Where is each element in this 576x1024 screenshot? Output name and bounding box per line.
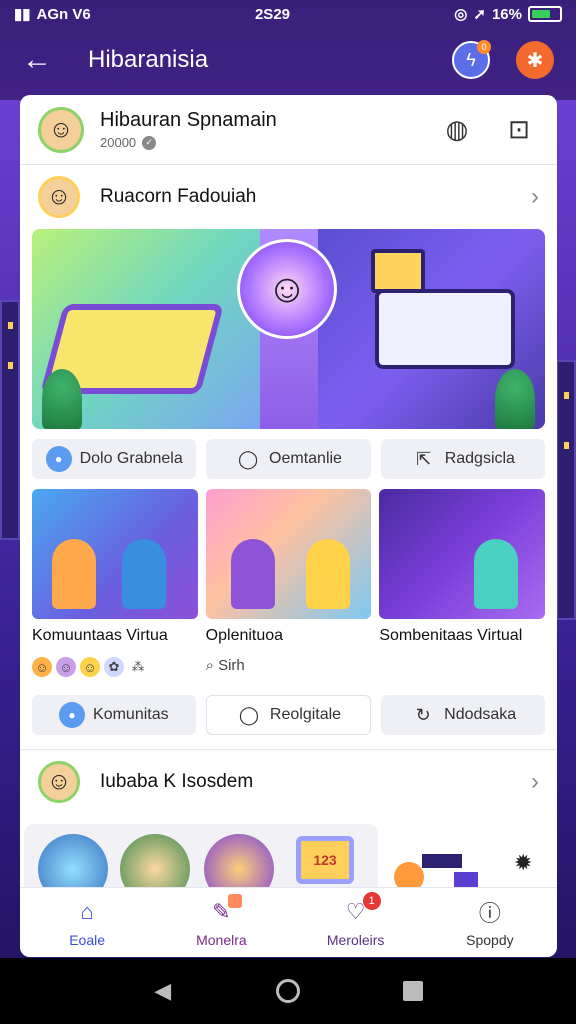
tile-image <box>32 489 198 619</box>
clock: 2S29 <box>254 5 291 23</box>
community-icon: ● <box>45 446 72 472</box>
chip-label: Ndodsaka <box>444 706 517 723</box>
tile-card[interactable]: Komuuntaas Virtua ☺ ☺ ☺ ✿ ⁂ <box>32 489 198 677</box>
system-nav-bar: ◀ <box>0 958 576 1024</box>
edit-icon: ✎ <box>206 893 243 926</box>
chip-community[interactable]: ● Komunitas <box>32 695 196 735</box>
chat-icon: ♡ 1 <box>341 891 381 926</box>
chip-community[interactable]: ● Dolo Grabnela <box>32 439 197 479</box>
desk-illustration <box>375 289 515 369</box>
background-building <box>556 360 576 620</box>
reaction-row: ☺ ☺ ☺ ✿ ⁂ <box>32 657 198 677</box>
nav-item-messages[interactable]: ♡ 1 Meroleirs <box>289 888 423 957</box>
reaction-icon: ☺ <box>32 657 52 677</box>
nav-item-home[interactable]: ⌂ Eoale <box>20 888 154 957</box>
profile-row[interactable]: ☺ Hibauran Spnamain 20000 ✓ ◍ ⊡ <box>20 95 557 165</box>
chip-comment[interactable]: ◯ Reolgitale <box>205 695 372 735</box>
nav-label: Monelra <box>196 931 247 948</box>
nav-label: Eoale <box>69 931 106 948</box>
notification-badge: 0 <box>477 40 491 54</box>
battery-percent: 16% <box>491 5 522 23</box>
nav-item-info[interactable]: ⓘ Spopdy <box>423 888 557 957</box>
app-header: ← Hibaranisia ϟ 0 ✱ <box>0 36 576 84</box>
sport-icon: ✱ <box>526 49 544 72</box>
chip-label: Dolo Grabnela <box>79 450 183 467</box>
tile-title: Sombenitaas Virtual <box>379 627 523 644</box>
main-card: ☺ Hibauran Spnamain 20000 ✓ ◍ ⊡ ☺ Ruacor… <box>20 95 557 957</box>
reaction-icon: ✿ <box>104 657 124 677</box>
tile-card[interactable]: Sombenitaas Virtual <box>379 489 546 677</box>
home-circle-icon[interactable] <box>268 971 308 1011</box>
section-header[interactable]: ☺ Ruacorn Fadouiah › <box>20 165 557 229</box>
chevron-right-icon[interactable]: › <box>531 768 539 796</box>
section-avatar: ☺ <box>38 761 80 803</box>
search-icon: ⌕ <box>205 657 215 674</box>
edit-badge <box>228 893 243 908</box>
settings-icon[interactable]: ✹ <box>514 850 532 876</box>
recents-square-icon[interactable] <box>393 971 433 1011</box>
back-triangle-icon[interactable]: ◀ <box>143 971 183 1011</box>
chip-refresh[interactable]: ↻ Ndodsaka <box>381 695 546 735</box>
section-header[interactable]: ☺ Iubaba K Isosdem › <box>20 750 557 814</box>
palm-tree-illustration <box>42 369 82 429</box>
signal-icon: ▮▮ <box>14 6 31 23</box>
action-chips-secondary: ● Komunitas ◯ Reolgitale ↻ Ndodsaka <box>20 677 557 745</box>
action-chips: ● Dolo Grabnela ◯ Oemtanlie ⇱ Radgsicla <box>20 429 557 489</box>
info-icon: ⓘ <box>478 900 501 926</box>
monitor-illustration <box>371 249 425 293</box>
chip-label: Komunitas <box>93 706 169 723</box>
notification-button[interactable]: ϟ 0 <box>452 40 491 79</box>
community-icon: ● <box>59 702 86 728</box>
tile-card[interactable]: Oplenituoa ⌕ Sirh <box>205 489 372 677</box>
tile-image <box>205 489 372 619</box>
tile-grid: Komuuntaas Virtua ☺ ☺ ☺ ✿ ⁂ Oplenituoa ⌕… <box>20 489 557 677</box>
chip-label: Radgsicla <box>444 450 515 467</box>
carrier-label: AGn V6 <box>36 5 91 23</box>
lightning-icon: ϟ <box>466 49 476 70</box>
screen-icon[interactable]: ⊡ <box>499 110 539 150</box>
reaction-icon: ☺ <box>80 657 100 677</box>
chip-label: Oemtanlie <box>269 450 342 467</box>
profile-button[interactable]: ✱ <box>516 41 554 79</box>
chip-comment[interactable]: ◯ Oemtanlie <box>206 439 371 479</box>
reaction-icon: ☺ <box>56 657 76 677</box>
section-title: Iubaba K Isosdem <box>100 771 254 792</box>
comment-icon: ◯ <box>237 448 259 469</box>
page-title: Hibaranisia <box>88 46 209 73</box>
chip-share[interactable]: ⇱ Radgsicla <box>380 439 545 479</box>
avatar: ☺ <box>38 106 84 153</box>
bottom-nav: ⌂ Eoale ✎ Monelra ♡ 1 Meroleirs ⓘ Spopdy <box>20 887 557 957</box>
section-title: Ruacorn Fadouiah <box>100 186 257 207</box>
share-icon: ⇱ <box>416 448 432 469</box>
back-arrow-icon[interactable]: ← <box>22 45 62 75</box>
plant-illustration <box>495 369 535 429</box>
chip-label: Reolgitale <box>269 706 342 723</box>
tile-meta-text: Sirh <box>218 657 245 674</box>
chevron-right-icon[interactable]: › <box>531 183 539 211</box>
battery-icon <box>527 6 562 22</box>
message-badge: 1 <box>362 891 381 910</box>
nav-label: Meroleirs <box>326 931 385 948</box>
avatar-orb-illustration: ☺ <box>237 239 337 339</box>
tile-image <box>379 489 546 619</box>
nav-item-edit[interactable]: ✎ Monelra <box>154 888 288 957</box>
section-avatar: ☺ <box>38 176 80 218</box>
refresh-icon: ↻ <box>415 704 431 725</box>
location-icon: ◎ <box>454 6 468 23</box>
profile-subtitle: 20000 <box>100 135 137 150</box>
navigation-icon: ➚ <box>473 6 486 23</box>
profile-name: Hibauran Spnamain <box>100 109 277 131</box>
home-icon: ⌂ <box>80 898 94 924</box>
status-bar: ▮▮ AGn V6 2S29 ◎ ➚ 16% <box>0 0 576 28</box>
globe-icon[interactable]: ◍ <box>437 110 477 150</box>
verified-icon: ✓ <box>142 135 157 150</box>
nav-label: Spopdy <box>466 931 514 948</box>
background-building <box>0 300 20 540</box>
tile-title: Oplenituoa <box>205 627 284 644</box>
hero-image[interactable]: ☺ <box>32 229 545 429</box>
tile-title: Komuuntaas Virtua <box>32 627 168 644</box>
comment-icon: ◯ <box>238 704 259 725</box>
tv-illustration: 123 <box>296 836 354 884</box>
reaction-icon: ⁂ <box>128 657 148 677</box>
